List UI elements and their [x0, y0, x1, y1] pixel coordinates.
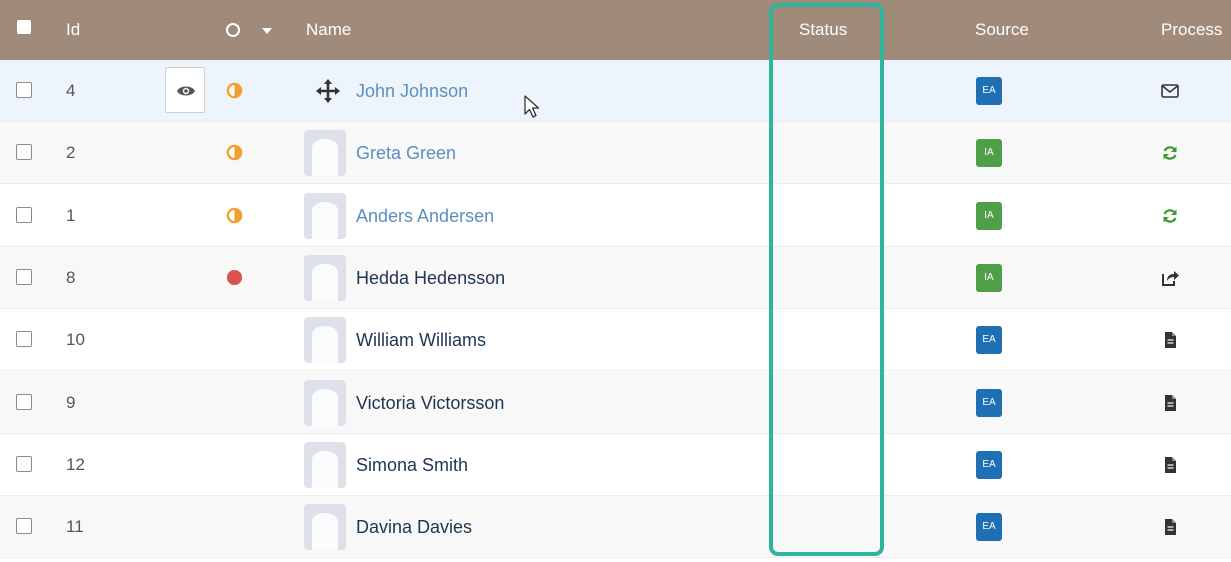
row-checkbox[interactable]	[16, 518, 32, 534]
avatar	[304, 130, 346, 176]
document-icon[interactable]	[1160, 393, 1180, 413]
table-row[interactable]: 12 Simona Smith EA	[0, 434, 1231, 496]
table-row[interactable]: 2 Greta Green IA	[0, 122, 1231, 184]
avatar	[304, 380, 346, 426]
source-badge: EA	[976, 513, 1002, 541]
avatar	[304, 193, 346, 239]
table-row[interactable]: 1 Anders Andersen IA	[0, 185, 1231, 247]
process-column-header[interactable]: Process	[1161, 0, 1222, 60]
avatar	[304, 317, 346, 363]
contact-name-link[interactable]: Greta Green	[356, 122, 456, 184]
contact-name-link[interactable]: Davina Davies	[356, 496, 472, 558]
row-checkbox[interactable]	[16, 144, 32, 160]
avatar	[304, 442, 346, 488]
document-icon[interactable]	[1160, 517, 1180, 537]
document-icon[interactable]	[1160, 455, 1180, 475]
contact-name-link[interactable]: Simona Smith	[356, 434, 468, 496]
source-badge: IA	[976, 139, 1002, 167]
envelope-icon[interactable]	[1160, 81, 1180, 101]
refresh-icon[interactable]	[1160, 143, 1180, 163]
row-checkbox[interactable]	[16, 82, 32, 98]
status-red-dot-icon	[226, 269, 243, 286]
share-icon[interactable]	[1160, 268, 1180, 288]
row-id: 2	[66, 143, 76, 162]
status-filter-icon[interactable]	[226, 23, 240, 37]
table-header: Id Name Status Source Process	[0, 0, 1231, 60]
source-badge: EA	[976, 77, 1002, 105]
document-icon[interactable]	[1160, 330, 1180, 350]
name-column-header[interactable]: Name	[306, 0, 351, 60]
source-badge: IA	[976, 202, 1002, 230]
source-badge: EA	[976, 389, 1002, 417]
row-checkbox[interactable]	[16, 331, 32, 347]
contact-name-link[interactable]: Anders Andersen	[356, 185, 494, 247]
id-column-header[interactable]: Id	[66, 0, 80, 60]
status-half-circle-icon	[226, 144, 243, 161]
table-row[interactable]: 11 Davina Davies EA	[0, 496, 1231, 558]
refresh-icon[interactable]	[1160, 206, 1180, 226]
contact-name-link[interactable]: Victoria Victorsson	[356, 372, 504, 434]
select-all-checkbox[interactable]	[17, 20, 31, 34]
row-id: 10	[66, 330, 85, 349]
row-checkbox[interactable]	[16, 207, 32, 223]
avatar	[304, 504, 346, 550]
row-checkbox[interactable]	[16, 456, 32, 472]
row-checkbox[interactable]	[16, 269, 32, 285]
row-id: 4	[66, 81, 76, 100]
table-row[interactable]: 8 Hedda Hedensson IA	[0, 247, 1231, 309]
contact-name-link[interactable]: Hedda Hedensson	[356, 247, 505, 309]
table-row[interactable]: 4 John Johnson EA	[0, 60, 1231, 122]
preview-button[interactable]	[165, 67, 205, 113]
row-checkbox[interactable]	[16, 394, 32, 410]
table-row[interactable]: 10 William Williams EA	[0, 309, 1231, 371]
status-column-header[interactable]: Status	[799, 0, 847, 60]
row-id: 8	[66, 268, 76, 287]
row-id: 1	[66, 206, 76, 225]
row-id: 11	[66, 517, 84, 536]
row-id: 12	[66, 455, 85, 474]
move-icon[interactable]	[315, 78, 341, 104]
avatar	[304, 255, 346, 301]
chevron-down-icon[interactable]	[262, 28, 272, 34]
source-badge: EA	[976, 451, 1002, 479]
source-column-header[interactable]: Source	[975, 0, 1029, 60]
status-half-circle-icon	[226, 82, 243, 99]
table-row[interactable]: 9 Victoria Victorsson EA	[0, 372, 1231, 434]
row-id: 9	[66, 393, 76, 412]
status-half-circle-icon	[226, 207, 243, 224]
contact-name-link[interactable]: John Johnson	[356, 60, 468, 122]
mouse-cursor-icon	[524, 95, 540, 118]
source-badge: IA	[976, 264, 1002, 292]
source-badge: EA	[976, 326, 1002, 354]
contact-name-link[interactable]: William Williams	[356, 309, 486, 371]
